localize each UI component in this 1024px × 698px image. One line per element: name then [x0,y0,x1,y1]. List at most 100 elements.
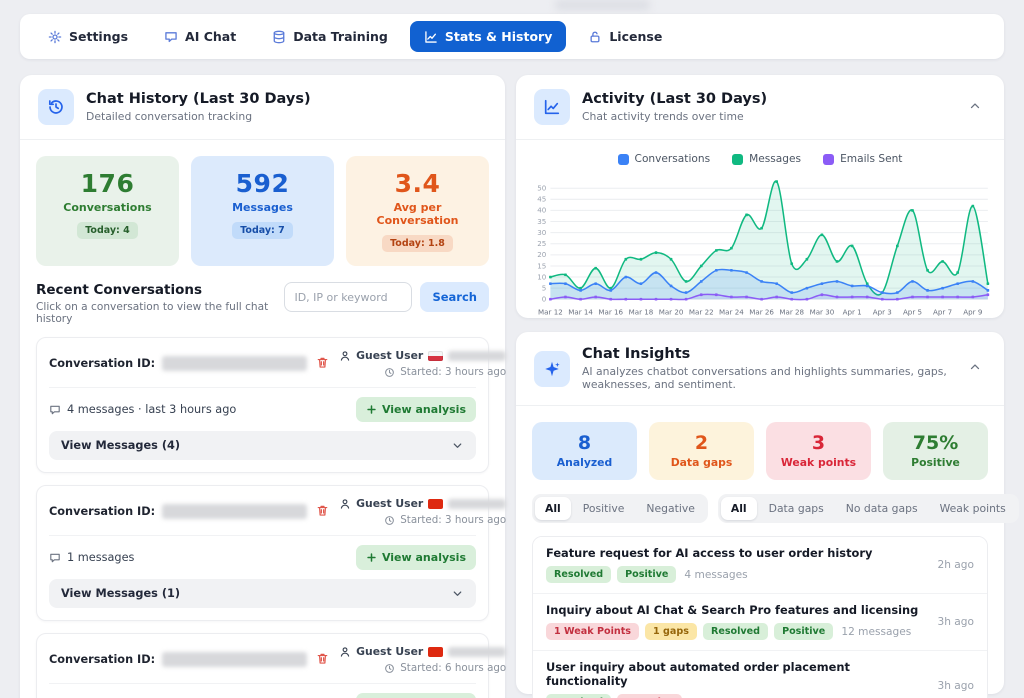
plus-icon [366,404,377,415]
delete-conversation-button[interactable] [314,354,331,374]
nav-tab-license[interactable]: License [574,21,676,52]
chevron-up-icon [968,360,982,374]
top-blur-artifact [555,0,650,10]
insight-item[interactable]: Feature request for AI access to user or… [533,537,987,594]
trash-icon [316,504,329,517]
guest-user-label: Guest User [356,645,423,658]
lock-icon [588,30,602,44]
conversation-id-redacted [162,652,307,667]
search-input[interactable] [284,282,412,312]
nav-tab-label: Data Training [293,29,388,44]
svg-text:30: 30 [537,228,547,237]
activity-subtitle: Chat activity trends over time [582,110,952,123]
insight-time: 2h ago [937,559,974,571]
filter-pill-data-gaps[interactable]: Data gaps [759,497,834,520]
svg-text:Mar 12: Mar 12 [538,307,563,316]
message-bubble-icon [49,552,61,564]
trash-icon [316,652,329,665]
delete-conversation-button[interactable] [314,650,331,670]
svg-text:5: 5 [542,283,547,292]
view-messages-toggle[interactable]: View Messages (4) [49,431,476,460]
nav-tab-ai-chat[interactable]: AI Chat [150,21,250,52]
activity-title: Activity (Last 30 Days) [582,91,952,107]
activity-collapse-button[interactable] [964,95,986,120]
svg-text:Mar 18: Mar 18 [629,307,654,316]
nav-tab-label: License [609,29,662,44]
insight-stat-value: 2 [653,432,750,454]
message-summary: 4 messages · last 3 hours ago [67,403,236,416]
chat-insights-panel: Chat Insights AI analyzes chatbot conver… [516,332,1004,694]
insight-filters: AllPositiveNegativeAllData gapsNo data g… [516,480,1004,523]
svg-text:50: 50 [537,184,547,193]
conversation-id-label: Conversation ID: [49,505,155,518]
insight-stat-value: 3 [770,432,867,454]
clock-icon [384,515,395,526]
chevron-down-icon [451,439,464,452]
filter-pill-negative[interactable]: Negative [636,497,704,520]
svg-text:Mar 26: Mar 26 [749,307,774,316]
view-analysis-button[interactable]: View analysis [356,693,476,698]
nav-tab-data-training[interactable]: Data Training [258,21,402,52]
svg-text:Apr 7: Apr 7 [933,307,952,316]
svg-text:35: 35 [537,217,546,226]
guest-user-label: Guest User [356,497,423,510]
badge-positive: Positive [617,566,676,583]
svg-text:45: 45 [537,195,546,204]
chevron-up-icon [968,99,982,113]
top-nav: Settings AI Chat Data Training Stats & H… [20,14,1004,59]
insight-item[interactable]: User inquiry about automated order place… [533,651,987,698]
message-bubble-icon [49,404,61,416]
nav-tab-settings[interactable]: Settings [34,21,142,52]
stat-card: 3.4 Avg per Conversation Today: 1.8 [346,156,489,266]
filter-pill-all[interactable]: All [535,497,571,520]
country-flag-icon [428,647,443,657]
view-messages-toggle[interactable]: View Messages (1) [49,579,476,608]
conversation-card[interactable]: Conversation ID: Guest User Started: 6 h… [36,633,489,698]
svg-text:0: 0 [542,295,547,304]
ip-address-redacted [448,647,506,657]
insight-badges: 1 Weak Points1 gapsResolvedPositive 12 m… [546,623,918,640]
badge-resolved: Resolved [546,694,611,698]
conversation-card[interactable]: Conversation ID: Guest User Started: 3 h… [36,485,489,621]
insight-stat-label: Positive [887,456,984,469]
filter-pill-no-data-gaps[interactable]: No data gaps [836,497,928,520]
legend-swatch [823,154,834,165]
svg-text:Mar 28: Mar 28 [779,307,804,316]
trash-icon [316,356,329,369]
insight-stat-card: 2 Data gaps [649,422,754,480]
history-icon [47,98,65,116]
filter-pill-positive[interactable]: Positive [573,497,635,520]
insights-collapse-button[interactable] [964,356,986,381]
insight-item[interactable]: Inquiry about AI Chat & Search Pro featu… [533,594,987,651]
insight-time: 3h ago [937,616,974,628]
insight-stat-value: 75% [887,432,984,454]
stat-card: 176 Conversations Today: 4 [36,156,179,266]
filter-pill-all[interactable]: All [721,497,757,520]
nav-tab-stats-history[interactable]: Stats & History [410,21,567,52]
filter-pill-weak-points[interactable]: Weak points [930,497,1016,520]
chart-icon [424,30,438,44]
recent-conversations-header: Recent Conversations Click on a conversa… [20,266,505,335]
view-analysis-button[interactable]: View analysis [356,545,476,570]
message-summary: 1 messages [67,551,134,564]
delete-conversation-button[interactable] [314,502,331,522]
conversation-card[interactable]: Conversation ID: Guest User Started: 3 h… [36,337,489,473]
insight-stat-label: Data gaps [653,456,750,469]
stat-today-pill: Today: 4 [77,222,138,239]
chat-history-panel: Chat History (Last 30 Days) Detailed con… [20,75,505,698]
stat-label: Messages [199,201,326,214]
nav-tab-label: Stats & History [445,29,553,44]
insight-item-title: Feature request for AI access to user or… [546,546,872,560]
sparkle-icon [543,360,561,378]
svg-text:25: 25 [537,239,546,248]
view-analysis-button[interactable]: View analysis [356,397,476,422]
conversation-id-label: Conversation ID: [49,653,155,666]
chat-history-title: Chat History (Last 30 Days) [86,91,487,107]
svg-text:Apr 1: Apr 1 [843,307,862,316]
legend-swatch [618,154,629,165]
search-button[interactable]: Search [420,282,489,312]
activity-chart: 05101520253035404550Mar 12Mar 14Mar 16Ma… [516,167,1004,322]
chevron-down-icon [451,587,464,600]
badge-positive: Positive [774,623,833,640]
insight-stat-label: Analyzed [536,456,633,469]
